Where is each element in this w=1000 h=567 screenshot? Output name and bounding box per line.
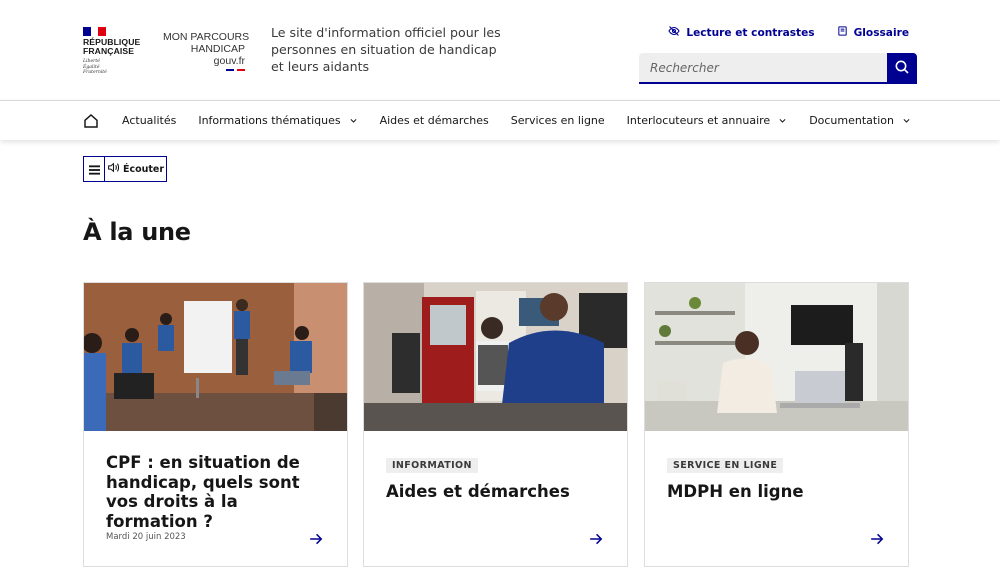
news-card[interactable]: INFORMATION Aides et démarches (363, 282, 628, 567)
chevron-down-icon (903, 119, 910, 123)
motto: Liberté Égalité Fraternité (83, 59, 107, 75)
news-card[interactable]: CPF : en situation de handicap, quels so… (83, 282, 348, 567)
search-bar (639, 53, 917, 84)
arrow-right-icon (589, 530, 603, 545)
search-icon (894, 59, 910, 78)
listen-button[interactable]: Écouter (105, 157, 166, 181)
eye-slash-icon (668, 25, 680, 40)
news-card[interactable]: SERVICE EN LIGNE MDPH en ligne (644, 282, 909, 567)
nav-item-informations-thematiques[interactable]: Informations thématiques (198, 114, 357, 127)
main-navigation: Actualités Informations thématiques Aide… (0, 101, 1000, 140)
card-image-reception-desk (364, 283, 627, 431)
flag-icon (83, 27, 107, 36)
mon-parcours-handicap-logo[interactable]: MON PARCOURS HANDICAP gouv.fr (163, 31, 249, 71)
menu-button[interactable] (84, 157, 105, 181)
chevron-down-icon (350, 119, 357, 123)
card-image-training-room (84, 283, 347, 431)
chevron-down-icon (779, 119, 786, 123)
site-tagline: Le site d'information officiel pour les … (271, 25, 501, 74)
card-image-man-at-laptop (645, 283, 908, 431)
menu-icon (88, 160, 100, 179)
listen-widget: Écouter (83, 156, 167, 182)
search-input[interactable] (639, 53, 887, 84)
search-button[interactable] (887, 53, 917, 84)
nav-item-documentation[interactable]: Documentation (809, 114, 911, 127)
card-badge: SERVICE EN LIGNE (667, 458, 784, 473)
nav-item-actualites[interactable]: Actualités (122, 114, 176, 127)
nav-item-aides-et-demarches[interactable]: Aides et démarches (380, 114, 489, 127)
arrow-right-icon (309, 530, 323, 545)
site-header: RÉPUBLIQUE FRANÇAISE Liberté Égalité Fra… (0, 0, 1000, 101)
republique-francaise-logo[interactable]: RÉPUBLIQUE FRANÇAISE Liberté Égalité Fra… (83, 27, 143, 76)
card-title[interactable]: Aides et démarches (386, 482, 607, 502)
page-heading: À la une (83, 218, 191, 246)
card-date: Mardi 20 juin 2023 (106, 532, 186, 542)
card-title[interactable]: CPF : en situation de handicap, quels so… (106, 453, 327, 531)
nav-item-interlocuteurs[interactable]: Interlocuteurs et annuaire (627, 114, 788, 127)
card-badge: INFORMATION (386, 458, 478, 473)
display-settings-link[interactable]: Lecture et contrastes (668, 25, 815, 40)
nav-item-services-en-ligne[interactable]: Services en ligne (511, 114, 605, 127)
republique-francaise-text: RÉPUBLIQUE FRANÇAISE (83, 37, 141, 56)
home-icon[interactable] (83, 112, 100, 129)
arrow-right-icon (870, 530, 884, 545)
book-icon (837, 25, 848, 40)
header-tools: Lecture et contrastes Glossaire (668, 25, 909, 40)
speaker-icon (107, 162, 120, 176)
card-title[interactable]: MDPH en ligne (667, 482, 888, 502)
glossary-link[interactable]: Glossaire (837, 25, 909, 40)
